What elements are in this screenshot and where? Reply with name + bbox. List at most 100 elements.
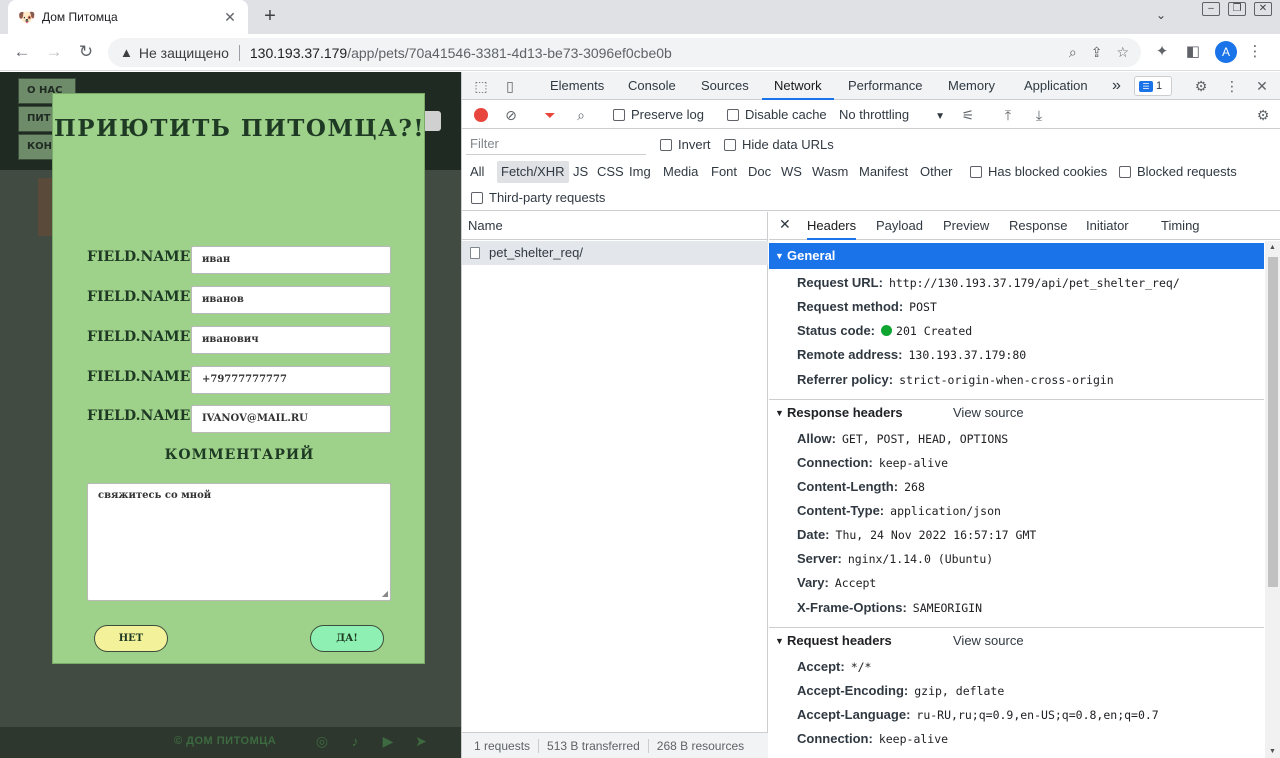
email-input[interactable]: IVANOV@MAIL.RU	[191, 405, 391, 433]
type-wasm[interactable]: Wasm	[808, 161, 852, 183]
scroll-down-icon[interactable]: ▼	[1269, 748, 1276, 755]
browser-tab[interactable]: 🐶 Дом Питомца ✕	[8, 0, 248, 34]
tab-payload[interactable]: Payload	[876, 212, 923, 240]
request-headers-section-header[interactable]: ▼ Request headers View source	[769, 627, 1264, 653]
menu-icon[interactable]: ⋮	[1245, 42, 1265, 62]
type-media[interactable]: Media	[659, 161, 702, 183]
details-close-icon[interactable]: ✕	[779, 216, 791, 233]
patronymic-input[interactable]: иванович	[191, 326, 391, 354]
scroll-up-icon[interactable]: ▲	[1269, 244, 1276, 251]
share-icon[interactable]: ⇪	[1091, 44, 1103, 61]
status-ok-icon	[881, 325, 893, 336]
tab-memory[interactable]: Memory	[948, 72, 995, 100]
tab-network[interactable]: Network	[762, 72, 834, 100]
response-headers-section-header[interactable]: ▼ Response headers View source	[769, 399, 1264, 425]
has-blocked-cookies-checkbox[interactable]: Has blocked cookies	[970, 164, 1107, 179]
search-icon[interactable]: ⌕	[571, 105, 591, 125]
issues-badge[interactable]: ☰ 1	[1134, 76, 1172, 96]
tab-timing[interactable]: Timing	[1161, 212, 1200, 240]
field-label: FIELD.NAME	[87, 249, 191, 265]
clear-icon[interactable]: ⊘	[501, 105, 521, 125]
bookmark-star-icon[interactable]: ☆	[1116, 44, 1129, 61]
type-ws[interactable]: WS	[777, 161, 806, 183]
scrollbar-thumb[interactable]	[1268, 257, 1278, 587]
extensions-icon[interactable]: ✦	[1152, 42, 1172, 62]
request-details: ✕ Headers Payload Preview Response Initi…	[769, 212, 1280, 758]
phone-input[interactable]: +79777777777	[191, 366, 391, 394]
general-section-header[interactable]: ▼ General	[769, 243, 1264, 269]
invert-checkbox[interactable]: Invert	[660, 137, 711, 152]
insecure-label[interactable]: Не защищено	[139, 45, 229, 61]
type-css[interactable]: CSS	[593, 161, 628, 183]
tab-application[interactable]: Application	[1024, 72, 1088, 100]
export-har-icon[interactable]: ⤓	[1029, 105, 1049, 125]
yes-button[interactable]: ДА!	[310, 625, 384, 652]
profile-avatar[interactable]: A	[1215, 41, 1237, 63]
tiktok-icon[interactable]: ♪	[345, 733, 365, 751]
filter-icon[interactable]: ⏷	[540, 105, 560, 125]
type-img[interactable]: Img	[625, 161, 655, 183]
throttling-select[interactable]: No throttling ▼	[839, 107, 945, 122]
inspect-element-icon[interactable]: ⬚	[471, 76, 491, 96]
type-doc[interactable]: Doc	[744, 161, 775, 183]
minimize-icon[interactable]: –	[1202, 2, 1220, 16]
type-font[interactable]: Font	[707, 161, 741, 183]
telegram-icon[interactable]: ➤	[411, 733, 431, 751]
type-all[interactable]: All	[466, 161, 488, 183]
type-fetch-xhr[interactable]: Fetch/XHR	[497, 161, 569, 183]
device-toolbar-icon[interactable]: ▯	[500, 76, 520, 96]
back-icon[interactable]: ←	[11, 41, 33, 63]
response-header-row: Server: nginx/1.14.0 (Ubuntu)	[797, 551, 994, 566]
record-icon[interactable]	[474, 108, 488, 122]
reload-icon[interactable]: ↻	[75, 41, 97, 63]
import-har-icon[interactable]: ⤒	[998, 105, 1018, 125]
no-button[interactable]: НЕТ	[94, 625, 168, 652]
filter-input[interactable]: Filter	[466, 133, 646, 155]
last-name-input[interactable]: иванов	[191, 286, 391, 314]
name-column-header[interactable]: Name	[462, 212, 768, 240]
preserve-log-checkbox[interactable]: Preserve log	[613, 107, 704, 122]
devtools-menu-icon[interactable]: ⋮	[1222, 76, 1242, 96]
blocked-requests-checkbox[interactable]: Blocked requests	[1119, 164, 1237, 179]
tab-close-icon[interactable]: ✕	[222, 9, 238, 26]
expand-triangle-icon: ▼	[775, 408, 784, 418]
tab-search-icon[interactable]: ⌄	[1152, 8, 1170, 26]
disable-cache-checkbox[interactable]: Disable cache	[727, 107, 827, 122]
details-scrollbar[interactable]: ▲ ▼	[1265, 241, 1280, 758]
tab-sources[interactable]: Sources	[701, 72, 749, 100]
type-js[interactable]: JS	[569, 161, 592, 183]
settings-gear-icon[interactable]: ⚙	[1191, 76, 1211, 96]
comment-textarea[interactable]: свяжитесь со мной ◢	[87, 483, 391, 601]
view-source-link[interactable]: View source	[953, 628, 1024, 654]
tab-headers[interactable]: Headers	[807, 212, 857, 240]
tab-performance[interactable]: Performance	[848, 72, 922, 100]
more-tabs-icon[interactable]: »	[1112, 72, 1121, 100]
third-party-checkbox[interactable]: Third-party requests	[471, 190, 605, 205]
request-row[interactable]: pet_shelter_req/	[462, 241, 768, 265]
devtools-close-icon[interactable]: ✕	[1252, 76, 1272, 96]
tab-preview[interactable]: Preview	[943, 212, 989, 240]
tab-response[interactable]: Response	[1009, 212, 1068, 240]
instagram-icon[interactable]: ◎	[312, 733, 332, 751]
hide-data-urls-checkbox[interactable]: Hide data URLs	[724, 137, 834, 152]
address-bar[interactable]: ▲ Не защищено 130.193.37.179/app/pets/70…	[108, 38, 1141, 67]
youtube-icon[interactable]: ▶	[378, 733, 398, 751]
resize-handle-icon[interactable]: ◢	[382, 588, 388, 598]
response-header-row: Allow: GET, POST, HEAD, OPTIONS	[797, 431, 1009, 446]
forward-icon[interactable]: →	[43, 41, 65, 63]
tab-console[interactable]: Console	[628, 72, 676, 100]
view-source-link[interactable]: View source	[953, 400, 1024, 426]
zoom-icon[interactable]: ⌕	[1069, 44, 1077, 61]
network-conditions-icon[interactable]: ⚟	[958, 105, 978, 125]
first-name-input[interactable]: иван	[191, 246, 391, 274]
side-panel-icon[interactable]: ◧	[1183, 42, 1203, 62]
tab-initiator[interactable]: Initiator	[1086, 212, 1129, 240]
window-close-icon[interactable]: ✕	[1254, 2, 1272, 16]
type-other[interactable]: Other	[916, 161, 957, 183]
type-manifest[interactable]: Manifest	[855, 161, 912, 183]
new-tab-button[interactable]: +	[258, 4, 282, 28]
restore-icon[interactable]: ❐	[1228, 2, 1246, 16]
network-settings-icon[interactable]: ⚙	[1253, 105, 1273, 125]
tab-elements[interactable]: Elements	[550, 72, 604, 100]
warning-icon[interactable]: ▲	[120, 45, 133, 60]
